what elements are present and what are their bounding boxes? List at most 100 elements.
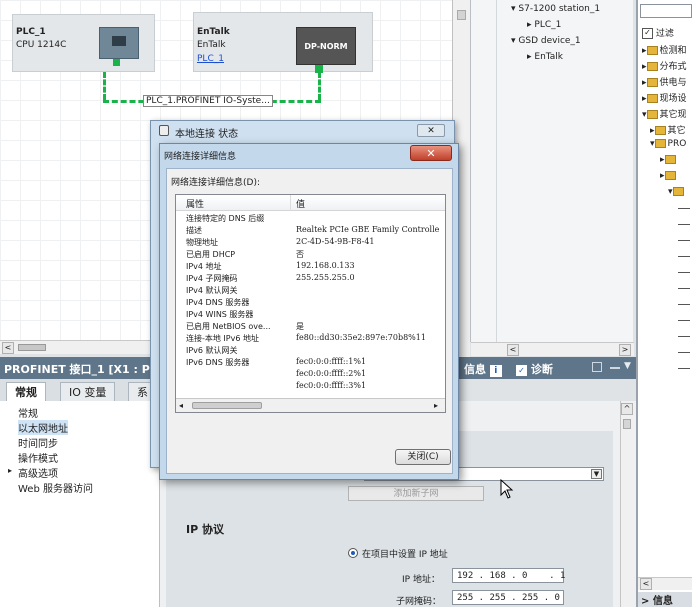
folder-icon bbox=[646, 62, 658, 71]
hardware-catalog: ✓ 过滤 ▸ 检测和 ▸ 分布式 ▸ 供电与 ▸ 现场设 ▾ 其它现 ▸ 其它 ▾ PRO ▸… bbox=[636, 0, 692, 607]
tree-item-station-label: S7-1200 station_1 bbox=[518, 4, 601, 14]
expand-icon[interactable]: > bbox=[641, 596, 649, 607]
details-listview[interactable]: 属性 值 连接特定的 DNS 后缀 描述 Realtek PCIe GBE Fami… bbox=[175, 194, 446, 413]
catalog-scroll-left-icon[interactable]: < bbox=[640, 578, 652, 590]
nav-general[interactable]: 常规 bbox=[18, 405, 38, 420]
catalog-item-power[interactable]: ▸ 供电与 bbox=[642, 75, 687, 88]
detail-row-value: fec0:0:0:ffff::2%1 bbox=[296, 369, 367, 378]
entalk-device[interactable]: EnTalk EnTalk PLC_1 DP-NORM bbox=[193, 12, 373, 73]
catalog-item-label: 分布式 bbox=[659, 62, 687, 72]
nav-ethernet-address[interactable]: 以太网地址 bbox=[18, 420, 68, 435]
tree-item-gsd[interactable]: ▾ GSD device_1 bbox=[511, 36, 581, 46]
catalog-item-field[interactable]: ▸ 现场设 bbox=[642, 91, 687, 104]
details-hscrollbar[interactable]: ◂ ▸ bbox=[176, 398, 445, 412]
info-diag-bar: 信息 i ✓ 诊断 ▼ bbox=[460, 357, 636, 379]
nav-time-sync[interactable]: 时间同步 bbox=[18, 435, 58, 450]
tab-io-tags[interactable]: IO 变量 bbox=[60, 382, 116, 402]
detail-row-value: 255.255.255.0 bbox=[296, 273, 355, 282]
scroll-right-icon[interactable]: ▸ bbox=[434, 401, 438, 410]
plc-device[interactable]: PLC_1 CPU 1214C bbox=[12, 14, 155, 72]
detail-row-key: 连接-本地 IPv6 地址 bbox=[186, 334, 259, 343]
detail-row-key: IPv6 DNS 服务器 bbox=[186, 358, 250, 367]
catalog-item-detect[interactable]: ▸ 检测和 bbox=[642, 43, 687, 56]
minimize-icon[interactable] bbox=[610, 367, 620, 369]
ip-address-input[interactable]: 192 . 168 . 0 . 1 bbox=[452, 568, 565, 583]
tab-general[interactable]: 常规 bbox=[6, 382, 46, 402]
subnet-label[interactable]: PLC_1.PROFINET IO-Syste... bbox=[143, 95, 273, 107]
ip-address-label: IP 地址： bbox=[402, 575, 440, 585]
diag-tab[interactable]: ✓ 诊断 bbox=[516, 361, 553, 377]
folder-icon bbox=[654, 126, 666, 135]
dp-norm-module: DP-NORM bbox=[296, 27, 356, 65]
ip-option-radio[interactable] bbox=[348, 548, 358, 558]
subnet-line-plc bbox=[103, 72, 106, 100]
catalog-item-other[interactable]: ▸ 其它 bbox=[650, 123, 686, 136]
details-close-icon[interactable]: ✕ bbox=[410, 145, 452, 161]
net-scroll-thumb[interactable] bbox=[18, 344, 46, 351]
tree-item-entalk[interactable]: ▸ EnTalk bbox=[527, 52, 563, 62]
inspector-tabs: 常规 IO 变量 系 bbox=[0, 379, 160, 402]
scroll-left-icon[interactable]: ◂ bbox=[179, 401, 183, 410]
col-property-header[interactable]: 属性 bbox=[186, 197, 204, 210]
catalog-filter[interactable]: ✓ 过滤 bbox=[642, 26, 674, 39]
tree-scroll-right-icon[interactable]: > bbox=[619, 344, 631, 356]
scroll-up-icon[interactable]: ^ bbox=[621, 403, 633, 415]
catalog-search-input[interactable] bbox=[640, 4, 692, 18]
col-value-header[interactable]: 值 bbox=[296, 197, 305, 210]
catalog-item-other-field[interactable]: ▾ 其它现 bbox=[642, 107, 687, 120]
nav-web-server[interactable]: Web 服务器访问 bbox=[18, 480, 93, 495]
close-button[interactable]: 关闭(C) bbox=[395, 449, 451, 465]
props-scroll-thumb[interactable] bbox=[623, 419, 631, 429]
info-tab-label: 信息 bbox=[464, 363, 486, 376]
catalog-hscrollbar[interactable]: < bbox=[638, 577, 692, 590]
catalog-item-profinet[interactable]: ▾ PRO bbox=[650, 139, 686, 149]
catalog-subfolder[interactable]: ▾ bbox=[668, 187, 686, 197]
nav-operating-mode[interactable]: 操作模式 bbox=[18, 450, 58, 465]
catalog-subfolder[interactable]: ▸ bbox=[660, 155, 678, 165]
catalog-subfolder[interactable]: ▸ bbox=[660, 171, 678, 181]
inspector-nav: 常规 以太网地址 时间同步 操作模式 ▸ 高级选项 Web 服务器访问 bbox=[0, 401, 160, 607]
details-body: 网络连接详细信息(D): 属性 值 连接特定的 DNS 后缀 描述 Realtek … bbox=[166, 168, 453, 474]
detail-row-key: IPv4 WINS 服务器 bbox=[186, 310, 254, 319]
collapse-icon[interactable]: ▼ bbox=[624, 361, 631, 371]
details-dialog-title: 网络连接详细信息 bbox=[164, 152, 237, 162]
tree-hscrollbar[interactable]: < > bbox=[471, 342, 634, 356]
ip-protocol-heading: IP 协议 bbox=[186, 523, 224, 536]
subnet-mask-input[interactable]: 255 . 255 . 255 . 0 bbox=[452, 590, 564, 605]
subnet-mask-label: 子网掩码： bbox=[396, 597, 442, 607]
detail-row-value: Realtek PCIe GBE Family Controlle bbox=[296, 225, 440, 234]
filter-checkbox-icon[interactable]: ✓ bbox=[642, 28, 653, 39]
info-tab[interactable]: 信息 i bbox=[464, 361, 502, 377]
cpu-module-icon bbox=[99, 27, 139, 59]
plc-port-icon[interactable] bbox=[113, 59, 120, 66]
window-restore-icon[interactable] bbox=[592, 362, 602, 372]
status-close-icon[interactable]: ✕ bbox=[417, 124, 445, 137]
subnet-line-entalk bbox=[318, 72, 321, 100]
entalk-plc-link[interactable]: PLC_1 bbox=[197, 54, 224, 64]
chevron-down-icon[interactable]: ▼ bbox=[591, 469, 602, 479]
catalog-item-distributed[interactable]: ▸ 分布式 bbox=[642, 59, 687, 72]
detail-row-key: 已启用 DHCP bbox=[186, 250, 236, 259]
catalog-info-tab[interactable]: > 信息 bbox=[638, 592, 692, 607]
tree-item-plc-label: PLC_1 bbox=[534, 20, 562, 30]
catalog-item-label: 现场设 bbox=[659, 94, 687, 104]
add-subnet-button[interactable]: 添加新子网 bbox=[348, 486, 484, 501]
folder-icon bbox=[654, 139, 666, 148]
tree-item-station[interactable]: ▾ S7-1200 station_1 bbox=[511, 4, 600, 14]
diag-tab-label: 诊断 bbox=[530, 363, 553, 376]
tree-item-plc[interactable]: ▸ PLC_1 bbox=[527, 20, 561, 30]
scroll-left-icon[interactable]: < bbox=[2, 342, 14, 354]
nav-advanced[interactable]: 高级选项 bbox=[18, 465, 58, 480]
net-vscroll-thumb[interactable] bbox=[457, 10, 466, 20]
props-vscrollbar[interactable]: ^ bbox=[620, 401, 634, 607]
status-dialog-title: 本地连接 状态 bbox=[175, 129, 239, 140]
plc-cpu: CPU 1214C bbox=[16, 40, 67, 50]
detail-row-value: 2C-4D-54-9B-F8-41 bbox=[296, 237, 375, 246]
ip-protocol-section: IP 协议 在项目中设置 IP 地址 IP 地址： 192 . 168 . 0 … bbox=[166, 515, 613, 607]
details-scroll-thumb[interactable] bbox=[192, 402, 262, 409]
tree-scroll-left-icon[interactable]: < bbox=[507, 344, 519, 356]
detail-row-value: 否 bbox=[296, 250, 304, 259]
expand-arrow-icon[interactable]: ▸ bbox=[8, 466, 12, 475]
catalog-item-label: 其它现 bbox=[659, 110, 687, 120]
detail-row-key: 物理地址 bbox=[186, 238, 218, 247]
